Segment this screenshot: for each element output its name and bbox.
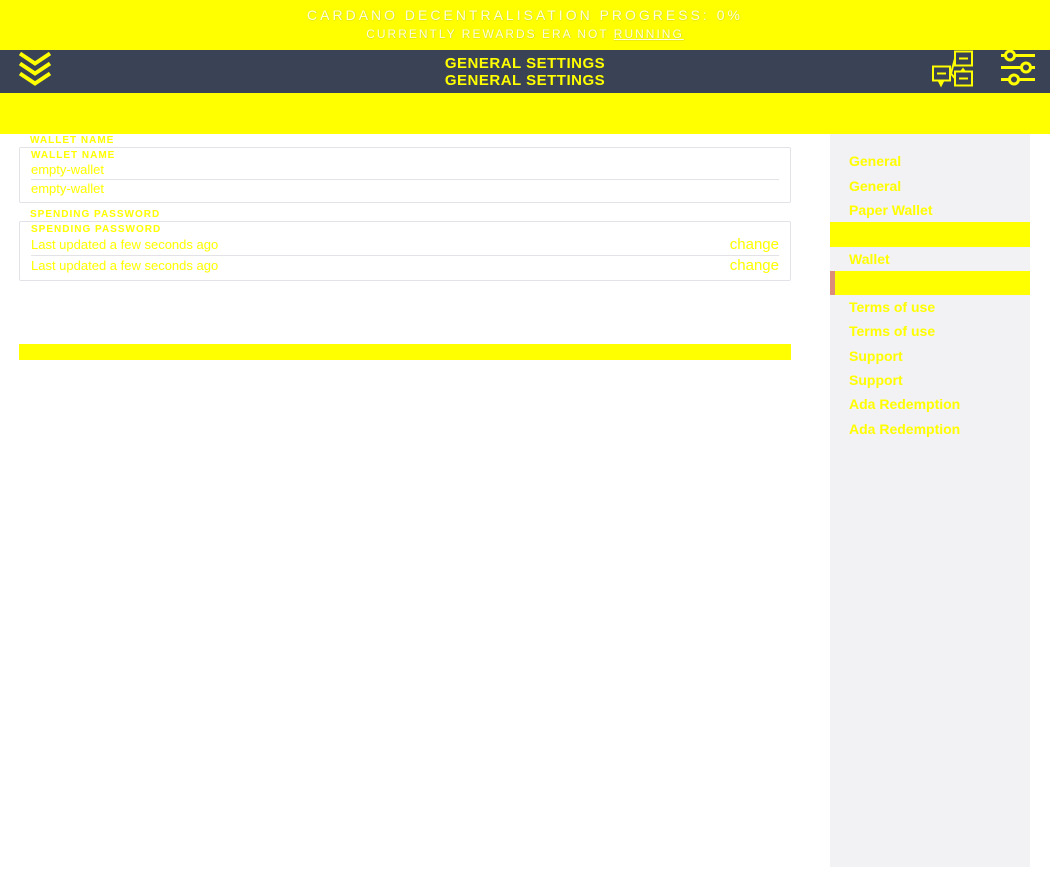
sidebar-item-paper-wallet[interactable]: Paper Wallet xyxy=(830,198,1030,222)
sidebar-item-general-dup[interactable]: General xyxy=(830,174,1030,198)
top-bar: GENERAL SETTINGS GENERAL SETTINGS xyxy=(0,50,1050,93)
wallet-name-value-1: empty-wallet xyxy=(31,162,779,177)
sidebar-item-terms[interactable]: Terms of use xyxy=(830,295,1030,319)
sidebar-list: General General Paper Wallet Paper Walle… xyxy=(830,149,1030,441)
spending-password-updated-1: Last updated a few seconds ago xyxy=(31,237,218,252)
change-password-link-1[interactable]: change xyxy=(730,236,779,253)
wallet-name-value-2: empty-wallet xyxy=(31,181,779,196)
main-content: WALLET NAME WALLET NAME empty-wallet emp… xyxy=(0,134,810,867)
change-password-link-2[interactable]: change xyxy=(730,257,779,274)
sidebar-item-terms-dup[interactable]: Terms of use xyxy=(830,319,1030,343)
sidebar-item-wallet-dup[interactable]: Wallet xyxy=(830,271,1030,295)
banner-running-link[interactable]: RUNNING xyxy=(614,27,684,41)
spending-password-updated-2: Last updated a few seconds ago xyxy=(31,258,218,273)
topbar-title-1: GENERAL SETTINGS xyxy=(445,55,605,72)
sidebar-item-support-dup[interactable]: Support xyxy=(830,368,1030,392)
topbar-title-wrap: GENERAL SETTINGS GENERAL SETTINGS xyxy=(445,55,605,90)
announcement-banner: CARDANO DECENTRALISATION PROGRESS: 0% CU… xyxy=(0,0,1050,50)
settings-sidebar: General General Paper Wallet Paper Walle… xyxy=(830,134,1030,867)
sidebar-item-wallet[interactable]: Wallet xyxy=(830,247,1030,271)
banner-line-1: CARDANO DECENTRALISATION PROGRESS: 0% xyxy=(0,6,1050,26)
spending-password-row-1: Last updated a few seconds ago change xyxy=(31,235,779,256)
layout-gap xyxy=(810,134,830,867)
spending-password-group: SPENDING PASSWORD SPENDING PASSWORD Last… xyxy=(19,209,791,281)
sidebar-item-ada-redemption-dup[interactable]: Ada Redemption xyxy=(830,417,1030,441)
wallet-name-input-1[interactable]: empty-wallet xyxy=(31,161,779,180)
sidebar-item-ada-redemption[interactable]: Ada Redemption xyxy=(830,392,1030,416)
topbar-title-2: GENERAL SETTINGS xyxy=(445,72,605,89)
banner-line-2-prefix: CURRENTLY REWARDS ERA NOT xyxy=(366,27,614,41)
wallet-name-input-2[interactable]: empty-wallet xyxy=(31,180,779,198)
banner-line-2: CURRENTLY REWARDS ERA NOT RUNNING xyxy=(0,26,1050,43)
wallet-name-inner-label: WALLET NAME xyxy=(31,150,779,161)
wallet-name-group: WALLET NAME WALLET NAME empty-wallet emp… xyxy=(19,135,791,203)
spending-password-inner-label: SPENDING PASSWORD xyxy=(31,224,779,235)
spending-password-box: SPENDING PASSWORD Last updated a few sec… xyxy=(19,221,791,281)
wallet-name-box: WALLET NAME empty-wallet empty-wallet xyxy=(19,147,791,203)
sidebar-item-paper-wallet-dup[interactable]: Paper Wallet xyxy=(830,222,1030,246)
chevron-down-stack-icon[interactable] xyxy=(18,51,52,92)
network-icon[interactable] xyxy=(931,49,975,94)
sidebar-item-support[interactable]: Support xyxy=(830,344,1030,368)
yellow-divider xyxy=(19,344,791,360)
spending-password-outer-label: SPENDING PASSWORD xyxy=(30,209,791,220)
wallet-name-outer-label: WALLET NAME xyxy=(30,135,791,146)
sidebar-item-general[interactable]: General xyxy=(830,149,1030,173)
settings-sliders-icon[interactable] xyxy=(1001,49,1035,94)
sub-toolbar xyxy=(0,93,1050,134)
spending-password-row-2: Last updated a few seconds ago change xyxy=(31,256,779,276)
